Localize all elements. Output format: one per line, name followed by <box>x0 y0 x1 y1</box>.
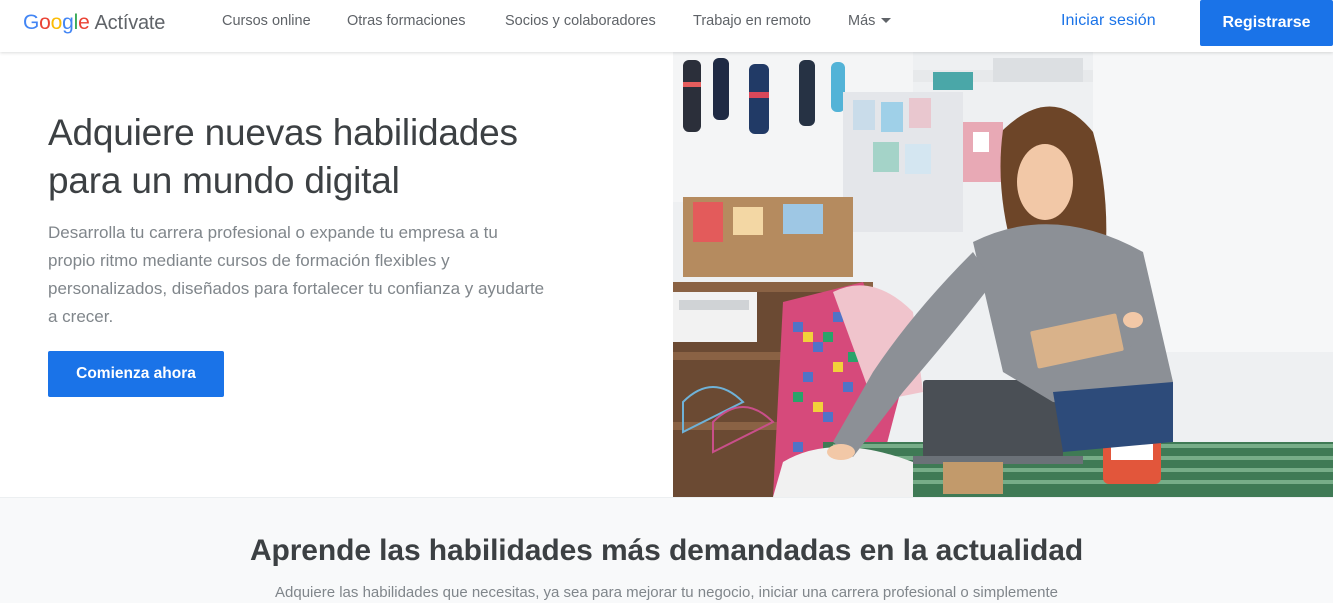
nav-item-mas[interactable]: Más <box>848 13 892 29</box>
start-now-button[interactable]: Comienza ahora <box>48 351 224 397</box>
hero-photo <box>673 52 1333 497</box>
register-button[interactable]: Registrarse <box>1200 0 1333 46</box>
hero-title-line2: para un mundo digital <box>48 160 400 201</box>
logo-letter: e <box>78 11 90 34</box>
logo-letter: G <box>23 11 40 34</box>
hero-title-line1: Adquiere nuevas habilidades <box>48 112 518 153</box>
nav-item-trabajo-remoto[interactable]: Trabajo en remoto <box>693 13 811 29</box>
chevron-down-icon <box>881 17 892 23</box>
site-header: Google Actívate Cursos online Otras forma… <box>0 0 1333 52</box>
woman-packing-order-photo <box>673 52 1333 497</box>
skills-section-title: Aprende las habilidades más demandadas e… <box>249 534 1084 567</box>
nav-item-mas-label: Más <box>848 13 876 29</box>
google-activate-logo[interactable]: Google Actívate <box>23 11 165 35</box>
logo-letter: g <box>62 11 74 34</box>
logo-letter: o <box>39 11 51 34</box>
skills-section-description: Adquiere las habilidades que necesitas, … <box>275 584 1058 601</box>
hero-title: Adquiere nuevas habilidades para un mund… <box>48 109 608 205</box>
nav-item-otras-formaciones[interactable]: Otras formaciones <box>347 13 465 29</box>
skills-section: Aprende las habilidades más demandadas e… <box>0 497 1333 603</box>
nav-item-socios[interactable]: Socios y colaboradores <box>505 13 656 29</box>
logo-letter: o <box>50 11 63 34</box>
nav-item-cursos-online[interactable]: Cursos online <box>222 13 311 29</box>
signin-link[interactable]: Iniciar sesión <box>1061 12 1156 30</box>
hero-description: Desarrolla tu carrera profesional o expa… <box>48 223 545 326</box>
logo-product-name: Actívate <box>94 12 166 34</box>
